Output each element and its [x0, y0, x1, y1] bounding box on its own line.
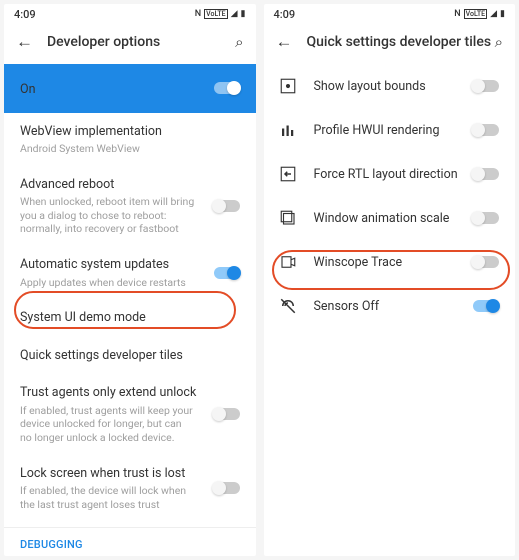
row-force-rtl[interactable]: Force RTL layout direction	[264, 152, 516, 196]
back-icon[interactable]: ←	[276, 32, 293, 52]
winscope-icon	[278, 252, 298, 272]
row-winscope-trace[interactable]: Winscope Trace	[264, 240, 516, 284]
toggle-trust-agents[interactable]	[212, 407, 242, 421]
status-time: 4:09	[274, 8, 296, 21]
back-icon[interactable]: ←	[16, 32, 33, 52]
row-window-animation[interactable]: Window animation scale	[264, 196, 516, 240]
toggle-lock-screen-trust[interactable]	[212, 481, 242, 495]
screen-developer-options: 4:09 N VoLTE ◢ ▮ ← Developer options ⌕ O…	[4, 4, 256, 556]
toggle-advanced-reboot[interactable]	[212, 199, 242, 213]
app-bar: ← Quick settings developer tiles ⌕	[264, 24, 516, 64]
search-icon[interactable]: ⌕	[235, 33, 243, 51]
profile-hwui-icon	[278, 120, 298, 140]
layout-bounds-icon	[278, 76, 298, 96]
section-debugging: DEBUGGING	[4, 527, 256, 556]
toggle-winscope[interactable]	[471, 255, 501, 269]
row-advanced-reboot[interactable]: Advanced reboot When unlocked, reboot it…	[4, 166, 256, 246]
app-bar: ← Developer options ⌕	[4, 24, 256, 64]
row-system-ui-demo[interactable]: System UI demo mode	[4, 299, 256, 337]
search-icon[interactable]: ⌕	[495, 33, 503, 51]
page-title: Developer options	[47, 34, 235, 50]
status-icons: N VoLTE ◢ ▮	[454, 9, 505, 19]
screen-quick-settings-tiles: 4:09 N VoLTE ◢ ▮ ← Quick settings develo…	[264, 4, 516, 556]
row-lock-screen-trust[interactable]: Lock screen when trust is lost If enable…	[4, 455, 256, 522]
page-title: Quick settings developer tiles	[307, 34, 495, 50]
row-sensors-off[interactable]: Sensors Off	[264, 284, 516, 328]
main-toggle-label: On	[20, 82, 36, 97]
main-toggle[interactable]	[212, 81, 242, 95]
toggle-profile-hwui[interactable]	[471, 123, 501, 137]
row-quick-settings-tiles[interactable]: Quick settings developer tiles	[4, 337, 256, 375]
row-show-layout-bounds[interactable]: Show layout bounds	[264, 64, 516, 108]
toggle-layout-bounds[interactable]	[471, 79, 501, 93]
status-icons: N VoLTE ◢ ▮	[195, 9, 246, 19]
toggle-auto-updates[interactable]	[212, 266, 242, 280]
row-webview[interactable]: WebView implementation Android System We…	[4, 113, 256, 166]
row-auto-updates[interactable]: Automatic system updates Apply updates w…	[4, 246, 256, 299]
main-toggle-row[interactable]: On	[4, 64, 256, 113]
window-animation-icon	[278, 208, 298, 228]
toggle-window-animation[interactable]	[471, 211, 501, 225]
status-bar: 4:09 N VoLTE ◢ ▮	[4, 4, 256, 24]
row-profile-hwui[interactable]: Profile HWUI rendering	[264, 108, 516, 152]
toggle-sensors-off[interactable]	[471, 299, 501, 313]
content-list[interactable]: Show layout bounds Profile HWUI renderin…	[264, 64, 516, 328]
status-bar: 4:09 N VoLTE ◢ ▮	[264, 4, 516, 24]
toggle-force-rtl[interactable]	[471, 167, 501, 181]
status-time: 4:09	[14, 8, 36, 21]
sensors-off-icon	[278, 296, 298, 316]
row-trust-agents[interactable]: Trust agents only extend unlock If enabl…	[4, 374, 256, 454]
content-list[interactable]: On WebView implementation Android System…	[4, 64, 256, 556]
force-rtl-icon	[278, 164, 298, 184]
